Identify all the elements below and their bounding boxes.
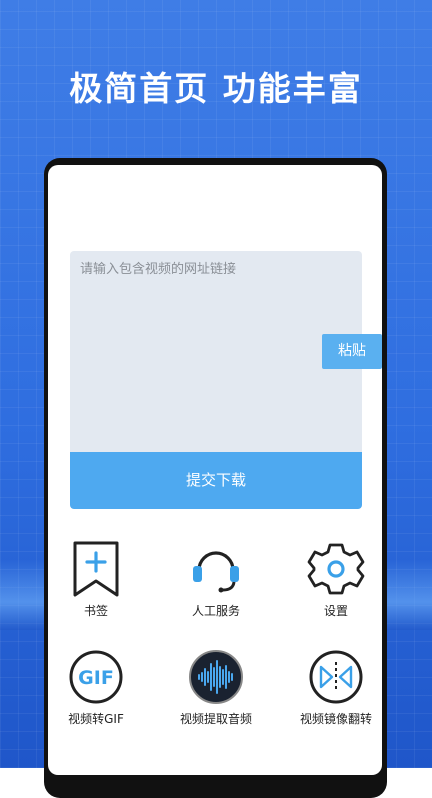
tool-customer-service[interactable]: 人工服务 bbox=[161, 540, 271, 619]
tool-label: 人工服务 bbox=[191, 604, 240, 618]
submit-download-button[interactable]: 提交下载 bbox=[70, 452, 362, 509]
paste-button[interactable]: 粘贴 bbox=[322, 334, 382, 369]
tool-label: 书签 bbox=[83, 604, 108, 618]
tool-label: 设置 bbox=[323, 604, 348, 618]
tool-label: 视频转GIF bbox=[68, 712, 124, 726]
audio-waveform-icon bbox=[187, 648, 245, 706]
gear-icon bbox=[307, 540, 365, 598]
tool-bookmark[interactable]: 书签 bbox=[41, 540, 151, 619]
bookmark-plus-icon bbox=[67, 540, 125, 598]
tool-video-to-gif[interactable]: GIF 视频转GIF bbox=[41, 648, 151, 727]
tool-mirror-flip[interactable]: 视频镜像翻转 bbox=[281, 648, 391, 727]
tool-label: 视频提取音频 bbox=[179, 712, 252, 726]
mirror-flip-icon bbox=[307, 648, 365, 706]
headset-icon bbox=[187, 540, 245, 598]
tool-extract-audio[interactable]: 视频提取音频 bbox=[161, 648, 271, 727]
page-headline: 极简首页 功能丰富 bbox=[69, 69, 363, 108]
tool-settings[interactable]: 设置 bbox=[281, 540, 391, 619]
url-input-area[interactable] bbox=[70, 251, 362, 453]
gif-icon: GIF bbox=[67, 648, 125, 706]
url-input[interactable] bbox=[78, 261, 352, 278]
tool-label: 视频镜像翻转 bbox=[299, 712, 372, 726]
gif-icon-text: GIF bbox=[78, 667, 114, 689]
